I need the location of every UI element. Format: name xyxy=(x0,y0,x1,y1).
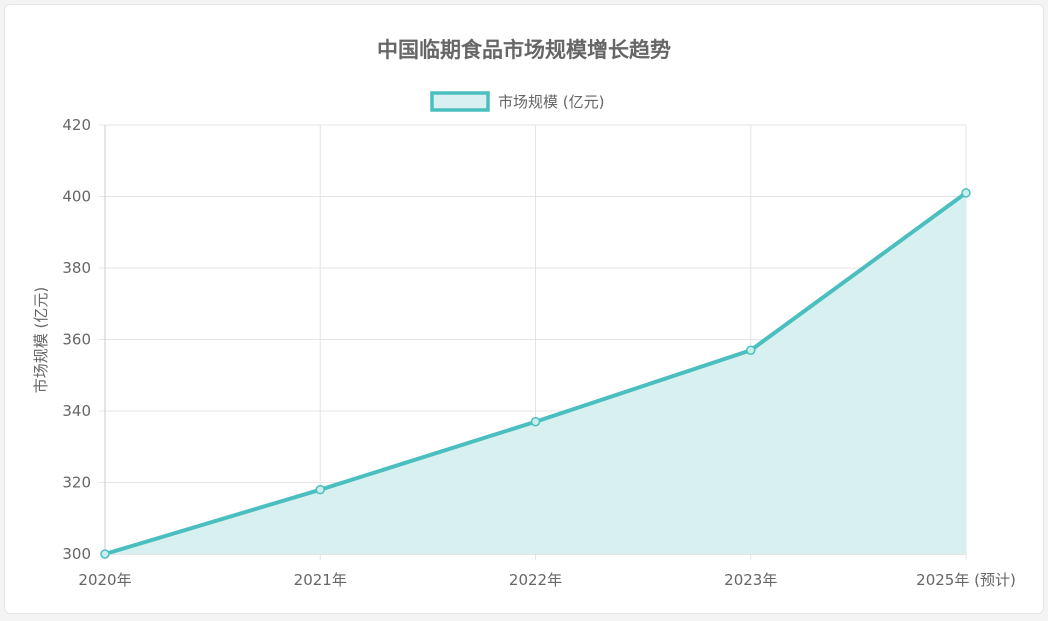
y-tick-label: 420 xyxy=(62,116,91,134)
y-tick-label: 320 xyxy=(62,474,91,492)
data-point xyxy=(961,188,971,198)
legend-label: 市场规模 (亿元) xyxy=(498,93,604,111)
legend[interactable]: 市场规模 (亿元) xyxy=(430,91,604,112)
y-tick-label: 380 xyxy=(62,259,91,277)
x-tick-label: 2022年 xyxy=(509,571,562,589)
x-tick-label: 2020年 xyxy=(78,571,131,589)
y-axis-label: 市场规模 (亿元) xyxy=(32,287,50,393)
data-point xyxy=(100,549,110,559)
data-point xyxy=(746,345,756,355)
x-tick-label: 2025年 (预计) xyxy=(916,571,1016,589)
data-point xyxy=(315,484,325,495)
y-tick-label: 360 xyxy=(62,331,91,349)
y-tick-label: 340 xyxy=(62,402,91,420)
x-tick-label: 2021年 xyxy=(294,571,347,589)
y-tick-label: 300 xyxy=(62,545,91,563)
data-point xyxy=(530,416,541,427)
x-tick-label: 2023年 xyxy=(724,571,777,589)
y-tick-label: 400 xyxy=(62,188,91,206)
line-chart: 300 320 340 360 380 400 420 2020年 2021年 2022年 2023… xyxy=(32,91,1016,589)
legend-swatch xyxy=(430,91,490,112)
